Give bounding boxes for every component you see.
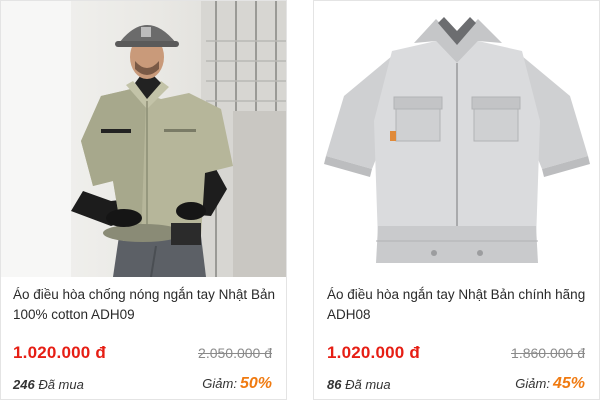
sold-label: Đã mua bbox=[345, 376, 391, 392]
product-card[interactable]: Áo điều hòa ngắn tay Nhật Bản chính hãng… bbox=[313, 0, 600, 400]
sold-info: 86 Đã mua bbox=[327, 377, 391, 392]
sale-price: 1.020.000 đ bbox=[13, 343, 106, 362]
sale-price: 1.020.000 đ bbox=[327, 343, 420, 362]
product-card[interactable]: Áo điều hòa chống nóng ngắn tay Nhật Bản… bbox=[0, 0, 287, 400]
product-title[interactable]: Áo điều hòa ngắn tay Nhật Bản chính hãng… bbox=[327, 285, 589, 325]
discount-value: 45% bbox=[552, 375, 585, 392]
product-image[interactable] bbox=[1, 1, 286, 277]
discount-info: Giảm: 45% bbox=[515, 375, 585, 393]
original-price: 2.050.000 đ bbox=[198, 345, 272, 361]
sold-info: 246 Đã mua bbox=[13, 377, 84, 392]
product-grid: Áo điều hòa chống nóng ngắn tay Nhật Bản… bbox=[0, 0, 600, 400]
price-row: 1.020.000 đ 2.050.000 đ bbox=[13, 342, 272, 364]
discount-value: 50% bbox=[239, 375, 272, 392]
sold-count: 246 bbox=[13, 376, 35, 392]
discount-label: Giảm: bbox=[202, 376, 237, 391]
original-price: 1.860.000 đ bbox=[511, 345, 585, 361]
meta-row: 86 Đã mua Giảm: 45% bbox=[327, 373, 585, 395]
sold-label: Đã mua bbox=[38, 376, 84, 392]
discount-label: Giảm: bbox=[515, 376, 550, 391]
price-row: 1.020.000 đ 1.860.000 đ bbox=[327, 342, 585, 364]
discount-info: Giảm: 50% bbox=[202, 375, 272, 393]
product-title[interactable]: Áo điều hòa chống nóng ngắn tay Nhật Bản… bbox=[13, 285, 276, 325]
meta-row: 246 Đã mua Giảm: 50% bbox=[13, 373, 272, 395]
product-image[interactable] bbox=[314, 1, 599, 277]
sold-count: 86 bbox=[327, 376, 342, 392]
